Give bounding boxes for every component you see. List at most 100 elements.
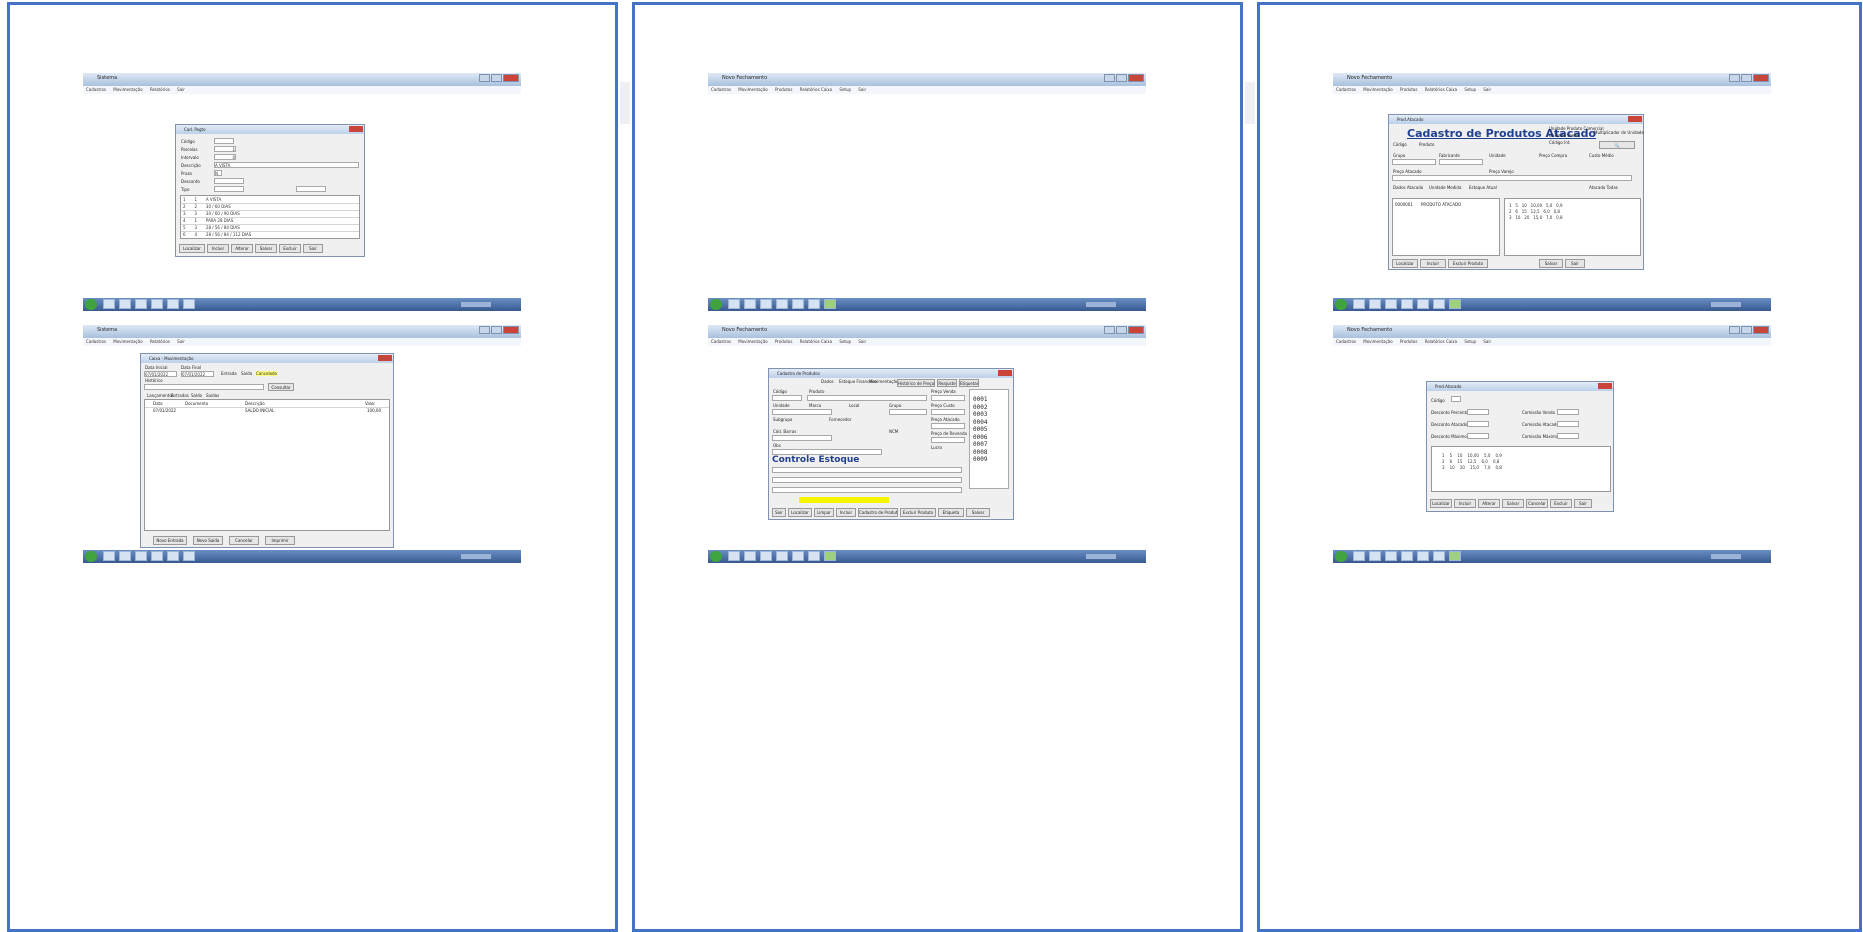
- grid-cell[interactable]: 07/01/2022: [153, 408, 176, 413]
- novo-entrada-button[interactable]: Novo Entrada: [153, 536, 187, 545]
- taskbar-app-icon[interactable]: [776, 299, 788, 309]
- close-icon[interactable]: [1628, 116, 1642, 122]
- taskbar-app-icon[interactable]: [824, 551, 836, 561]
- minimize-button[interactable]: [1104, 326, 1115, 334]
- desconto-percentual-field[interactable]: [1467, 409, 1489, 415]
- taskbar-app-icon[interactable]: [1449, 299, 1461, 309]
- desconto-maximo-field[interactable]: [1467, 433, 1489, 439]
- produto-field[interactable]: [807, 395, 927, 401]
- table-row[interactable]: 3 10 20 15,0 7,0 0,8: [1442, 465, 1502, 470]
- close-button[interactable]: [503, 74, 519, 82]
- menu-item[interactable]: Sair: [177, 339, 185, 344]
- unidade-field[interactable]: [772, 409, 832, 415]
- taskbar-app-icon[interactable]: [1417, 299, 1429, 309]
- taskbar-app-icon[interactable]: [792, 299, 804, 309]
- salvar-button[interactable]: Salvar: [255, 244, 277, 253]
- maximize-button[interactable]: [1116, 74, 1127, 82]
- taskbar-app-icon[interactable]: [119, 551, 131, 561]
- codigo-field[interactable]: [1451, 396, 1461, 402]
- taskbar-app-icon[interactable]: [808, 551, 820, 561]
- tab-label[interactable]: Dados Atacado: [1393, 185, 1423, 190]
- minimize-button[interactable]: [1729, 326, 1740, 334]
- grid-row[interactable]: 2 2 30 / 60 DIAS: [183, 204, 231, 209]
- menu-item[interactable]: Cadastros: [711, 87, 731, 92]
- menu-item[interactable]: Produtos: [775, 87, 793, 92]
- menu-item[interactable]: Movimentação: [1363, 339, 1392, 344]
- tipo-select-2[interactable]: [296, 186, 326, 192]
- taskbar-app-icon[interactable]: [808, 299, 820, 309]
- taskbar-app-icon[interactable]: [792, 551, 804, 561]
- precos-field[interactable]: [1392, 175, 1632, 181]
- tab-label[interactable]: Unidade Medida: [1429, 185, 1461, 190]
- start-icon[interactable]: [1335, 299, 1347, 310]
- menu-item[interactable]: Movimentação: [738, 87, 767, 92]
- menu-item[interactable]: Relatórios Caixa: [800, 339, 832, 344]
- start-icon[interactable]: [85, 299, 97, 310]
- menu-item[interactable]: Sair: [858, 87, 866, 92]
- sair-button[interactable]: Sair: [303, 244, 323, 253]
- comissao-maxima-field[interactable]: [1557, 433, 1579, 439]
- preco-custo-field[interactable]: [931, 409, 965, 415]
- incluir-button[interactable]: Incluir: [1454, 499, 1476, 508]
- taskbar-app-icon[interactable]: [135, 551, 147, 561]
- cadastro-produtos-button[interactable]: Cadastro de Produtos: [858, 508, 898, 517]
- preco-venda-field[interactable]: [931, 395, 965, 401]
- etiqueta-button[interactable]: Etiqueta: [938, 508, 964, 517]
- localizar-button[interactable]: Localizar: [788, 508, 812, 517]
- menu-item[interactable]: Produtos: [775, 339, 793, 344]
- menu-item[interactable]: Movimentação: [1363, 87, 1392, 92]
- novo-saida-button[interactable]: Novo Saída: [193, 536, 223, 545]
- consultar-button[interactable]: Consultar: [268, 383, 294, 391]
- prazo-field[interactable]: N: [214, 170, 222, 176]
- tab-lancamentos[interactable]: Lançamentos: [147, 393, 174, 398]
- close-icon[interactable]: [349, 126, 363, 132]
- incluir-button[interactable]: Incluir: [207, 244, 229, 253]
- minimize-button[interactable]: [1729, 74, 1740, 82]
- excluir-button[interactable]: Excluir: [1550, 499, 1572, 508]
- close-icon[interactable]: [998, 370, 1012, 376]
- menu-item[interactable]: Setup: [1464, 339, 1476, 344]
- menu-item[interactable]: Relatórios Caixa: [1425, 87, 1457, 92]
- taskbar-app-icon[interactable]: [103, 299, 115, 309]
- estoque-row-2[interactable]: [772, 477, 962, 483]
- grupo-field[interactable]: [889, 409, 927, 415]
- codes-list-items[interactable]: 0001 0002 0003 0004 0005 0006 0007 0008 …: [973, 396, 987, 464]
- estoque-row-3[interactable]: [772, 487, 962, 493]
- imprimir-button[interactable]: Imprimir: [265, 536, 295, 545]
- sair-button[interactable]: Sair: [1574, 499, 1592, 508]
- maximize-button[interactable]: [1741, 74, 1752, 82]
- desconto-atacado-field[interactable]: [1467, 421, 1489, 427]
- incluir-button[interactable]: Incluir: [836, 508, 856, 517]
- tab-dados[interactable]: Dados: [821, 379, 834, 384]
- taskbar-app-icon[interactable]: [1417, 551, 1429, 561]
- taskbar-app-icon[interactable]: [151, 299, 163, 309]
- maximize-button[interactable]: [1741, 326, 1752, 334]
- menu-item[interactable]: Movimentação: [113, 87, 142, 92]
- taskbar-app-icon[interactable]: [167, 551, 179, 561]
- taskbar-app-icon[interactable]: [1433, 299, 1445, 309]
- taskbar-app-icon[interactable]: [183, 551, 195, 561]
- menu-item[interactable]: Relatórios Caixa: [800, 87, 832, 92]
- descricao-field[interactable]: A VISTA: [214, 162, 359, 168]
- localizar-button[interactable]: Localizar: [179, 244, 205, 253]
- minimize-button[interactable]: [1104, 74, 1115, 82]
- alterar-button[interactable]: Alterar: [231, 244, 253, 253]
- close-icon[interactable]: [378, 355, 392, 361]
- estoque-row[interactable]: [772, 467, 962, 473]
- limpar-button[interactable]: Limpar: [814, 508, 834, 517]
- taskbar-app-icon[interactable]: [744, 551, 756, 561]
- menu-item[interactable]: Relatórios: [150, 87, 170, 92]
- menu-item[interactable]: Setup: [839, 87, 851, 92]
- grid-cell[interactable]: SALDO INICIAL: [245, 408, 274, 413]
- tab-saidas[interactable]: Saídas: [206, 393, 219, 398]
- entrada-checkbox[interactable]: Entrada: [221, 371, 237, 376]
- taskbar-app-icon[interactable]: [1353, 551, 1365, 561]
- menu-item[interactable]: Cadastros: [86, 87, 106, 92]
- comissao-venda-field[interactable]: [1557, 409, 1579, 415]
- list-item[interactable]: PRODUTO ATACADO: [1421, 202, 1461, 207]
- historico-select[interactable]: [144, 384, 264, 390]
- salvar-button[interactable]: Salvar: [966, 508, 990, 517]
- comissao-atacado-field[interactable]: [1557, 421, 1579, 427]
- table-row[interactable]: 2 6 15 12,5 6,0 0,8: [1442, 459, 1499, 464]
- excluir-produto-button[interactable]: Excluir Produto: [900, 508, 936, 517]
